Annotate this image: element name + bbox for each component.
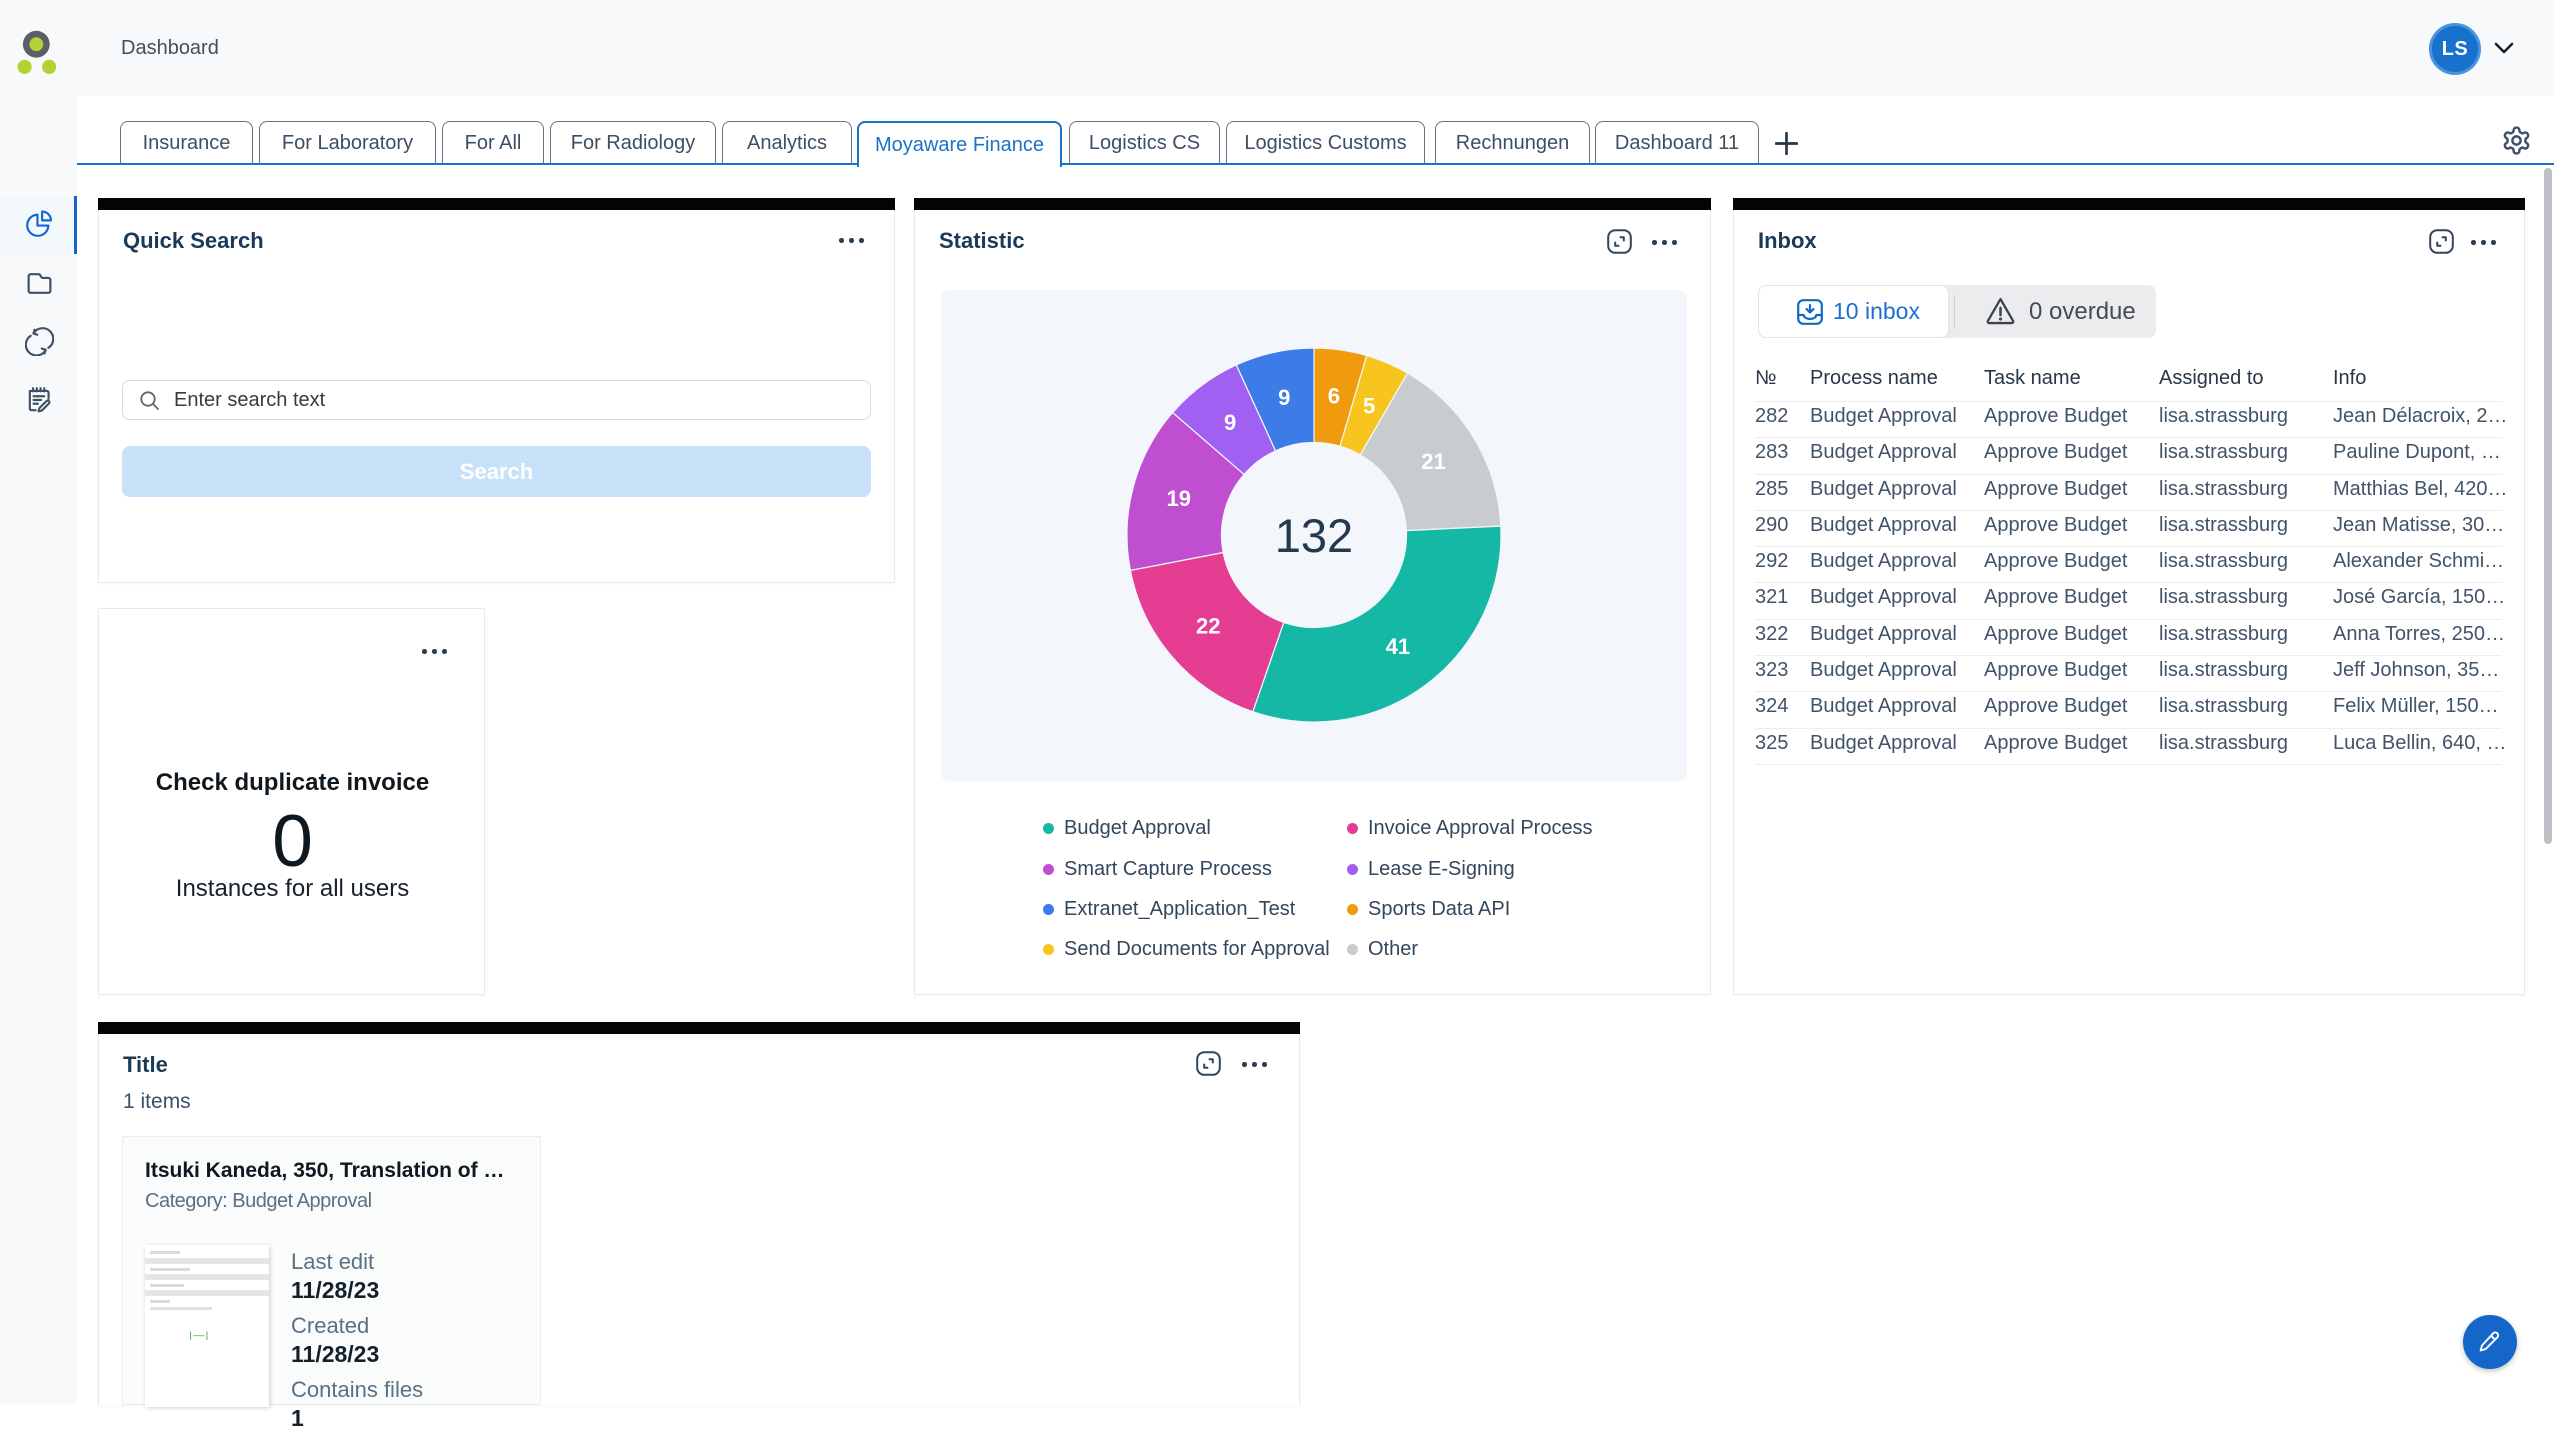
svg-text:41: 41 (1386, 634, 1410, 659)
svg-text:6: 6 (1328, 383, 1340, 408)
svg-text:132: 132 (1275, 509, 1353, 562)
svg-text:9: 9 (1224, 410, 1236, 435)
svg-text:22: 22 (1196, 614, 1220, 639)
svg-text:9: 9 (1278, 385, 1290, 410)
svg-text:21: 21 (1421, 449, 1445, 474)
svg-text:19: 19 (1167, 486, 1191, 511)
svg-text:5: 5 (1363, 393, 1375, 418)
